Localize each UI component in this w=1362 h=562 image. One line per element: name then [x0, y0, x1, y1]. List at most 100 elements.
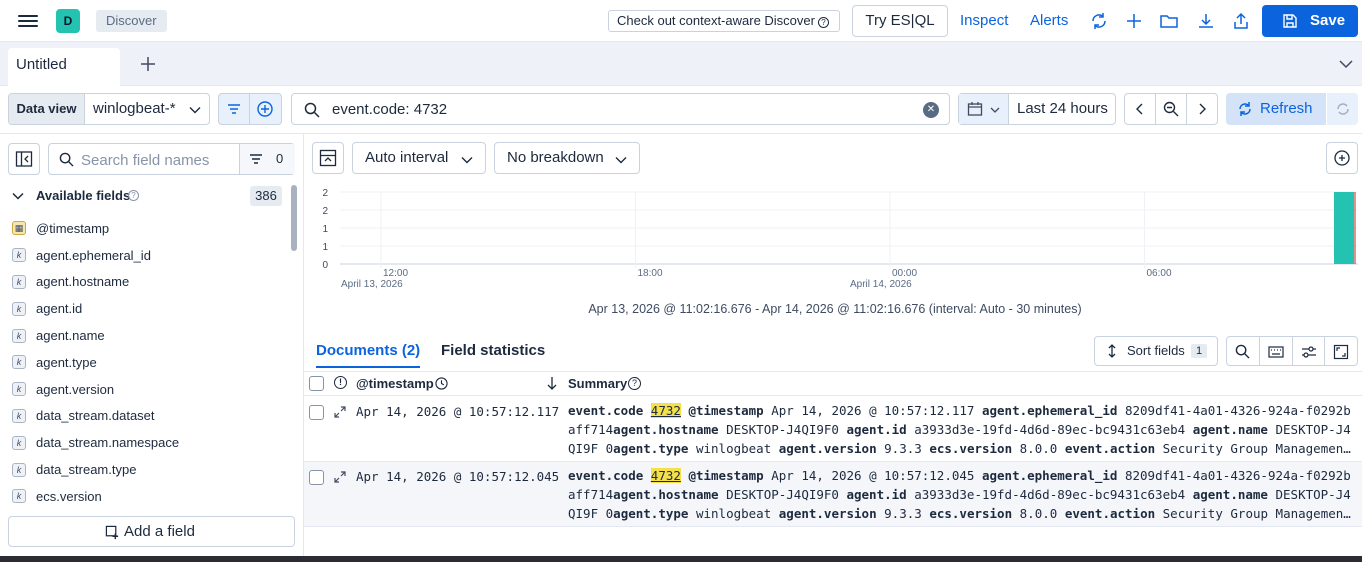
sort-desc-icon[interactable] [546, 376, 558, 390]
summary-field-key: agent.ephemeral_id [981, 468, 1118, 483]
x-tick-time: 12:00 [383, 268, 408, 279]
field-list-item[interactable]: k agent.name [12, 322, 288, 349]
summary-field-key: event.code [568, 468, 644, 483]
question-icon[interactable]: ? [628, 377, 641, 390]
grid-search-button[interactable] [1227, 337, 1260, 365]
sync-icon[interactable] [1089, 11, 1109, 31]
field-list-item[interactable]: k ecs.version [12, 483, 288, 510]
tab-bar: Untitled [0, 42, 1362, 86]
summary-field-value: Security Group Managemen… [1162, 441, 1351, 456]
field-list-item[interactable]: k agent.hostname [12, 269, 288, 296]
table-row[interactable]: Apr 14, 2026 @ 10:57:12.045 event.code 47… [304, 462, 1362, 527]
available-fields-header[interactable]: Available fields ? 386 [12, 186, 282, 206]
menu-icon[interactable] [18, 12, 38, 30]
x-tick-time: 18:00 [638, 268, 663, 279]
bottom-bar [0, 556, 1362, 562]
previous-time-button[interactable] [1125, 94, 1156, 124]
field-list-item[interactable]: k data_stream.type [12, 456, 288, 483]
keyboard-shortcuts-button[interactable] [1260, 337, 1293, 365]
chart-toggle-icon [319, 149, 337, 167]
filter-button[interactable] [218, 93, 250, 125]
display-settings-button[interactable] [1293, 337, 1326, 365]
row-summary: event.code 4732 @timestamp Apr 14, 2026 … [568, 401, 1358, 458]
field-list-item[interactable]: ▦ @timestamp [12, 215, 288, 242]
data-view-picker[interactable]: Data view winlogbeat-* [8, 93, 210, 125]
sidebar-collapse-icon [15, 151, 33, 167]
select-all-checkbox[interactable] [309, 376, 324, 391]
field-list-item[interactable]: k data_stream.dataset [12, 403, 288, 430]
question-icon: ? [817, 17, 829, 28]
field-name: agent.id [36, 301, 83, 317]
try-esql-button[interactable]: Try ES|QL [852, 5, 948, 37]
context-aware-discover-button[interactable]: Check out context-aware Discover? [608, 10, 840, 32]
keyword-type-icon: k [12, 301, 26, 316]
keyword-type-icon: k [12, 462, 26, 477]
chart-options-button[interactable] [1326, 142, 1358, 174]
plus-icon[interactable] [1124, 11, 1144, 31]
expand-icon[interactable] [334, 471, 346, 483]
field-list-item[interactable]: k agent.id [12, 295, 288, 322]
chart-toggle-button[interactable] [312, 142, 344, 174]
info-icon[interactable]: ! [334, 376, 347, 389]
date-picker[interactable]: Last 24 hours [958, 93, 1116, 125]
row-checkbox[interactable] [309, 470, 324, 485]
tab-field-statistics[interactable]: Field statistics [441, 342, 545, 359]
summary-field-value: winlogbeat [695, 506, 772, 521]
field-list-item[interactable]: k data_stream.namespace [12, 429, 288, 456]
summary-field-value: 8.0.0 [1019, 506, 1058, 521]
data-view-value: winlogbeat-* [93, 100, 176, 117]
expand-icon[interactable] [334, 406, 346, 418]
space-avatar[interactable]: D [56, 9, 80, 33]
quick-menu-button[interactable] [959, 94, 1009, 124]
column-header-timestamp[interactable]: @timestamp [356, 376, 434, 391]
fullscreen-button[interactable] [1325, 337, 1357, 365]
clear-query-icon[interactable]: ✕ [923, 102, 939, 118]
field-name: @timestamp [36, 220, 110, 236]
breadcrumb-discover[interactable]: Discover [96, 10, 167, 32]
summary-field-key: event.action [1064, 506, 1156, 521]
date-type-icon: ▦ [12, 221, 26, 236]
tab-documents[interactable]: Documents (2) [316, 342, 421, 368]
chevron-down-icon[interactable] [1338, 56, 1354, 72]
table-row[interactable]: Apr 14, 2026 @ 10:57:12.117 event.code 47… [304, 397, 1362, 462]
add-filter-button[interactable] [250, 93, 282, 125]
search-icon [59, 152, 74, 167]
interval-selector[interactable]: Auto interval [352, 142, 486, 174]
chevron-left-icon [1136, 103, 1143, 115]
field-list-item[interactable]: k agent.type [12, 349, 288, 376]
add-field-button[interactable]: Add a field [8, 516, 295, 547]
top-header: D Discover Check out context-aware Disco… [0, 0, 1362, 42]
share-icon[interactable] [1231, 11, 1251, 31]
zoom-out-button[interactable] [1156, 94, 1187, 124]
info-icon[interactable]: ? [128, 190, 139, 201]
field-name: data_stream.dataset [36, 408, 155, 424]
auto-refresh-button[interactable] [1326, 93, 1358, 125]
field-type-filter-button[interactable]: 0 [239, 144, 295, 174]
alerts-link[interactable]: Alerts [1030, 12, 1068, 29]
breakdown-selector[interactable]: No breakdown [494, 142, 640, 174]
column-header-summary[interactable]: Summary [568, 376, 627, 391]
save-button[interactable]: Save [1262, 5, 1358, 37]
folder-open-icon[interactable] [1159, 11, 1179, 31]
inspect-link[interactable]: Inspect [960, 12, 1008, 29]
context-aware-label: Check out context-aware Discover [617, 13, 815, 28]
download-icon[interactable] [1196, 11, 1216, 31]
field-search-input[interactable]: Search field names 0 [48, 143, 295, 175]
refresh-button[interactable]: Refresh [1226, 93, 1326, 125]
save-icon [1283, 14, 1297, 28]
field-list-item[interactable]: k agent.ephemeral_id [12, 242, 288, 269]
query-text: event.code: 4732 [332, 101, 448, 118]
summary-field-key: agent.ephemeral_id [981, 403, 1118, 418]
collapse-sidebar-button[interactable] [8, 143, 40, 175]
tab-untitled[interactable]: Untitled [8, 48, 120, 86]
add-tab-icon[interactable] [138, 54, 158, 74]
row-checkbox[interactable] [309, 405, 324, 420]
time-range-text: Apr 13, 2026 @ 11:02:16.676 - Apr 14, 20… [588, 302, 1082, 316]
field-list-item[interactable]: k agent.version [12, 376, 288, 403]
query-input[interactable]: event.code: 4732 ✕ [291, 93, 950, 125]
sort-fields-button[interactable]: Sort fields 1 [1094, 336, 1218, 366]
next-time-button[interactable] [1187, 94, 1217, 124]
time-range-label[interactable]: Last 24 hours [1009, 94, 1115, 124]
histogram-chart[interactable]: 2 2 1 1 0 12:00 April 13, 2026 18:00 00:00 April … [312, 182, 1358, 322]
sidebar-scrollbar[interactable] [291, 185, 297, 251]
